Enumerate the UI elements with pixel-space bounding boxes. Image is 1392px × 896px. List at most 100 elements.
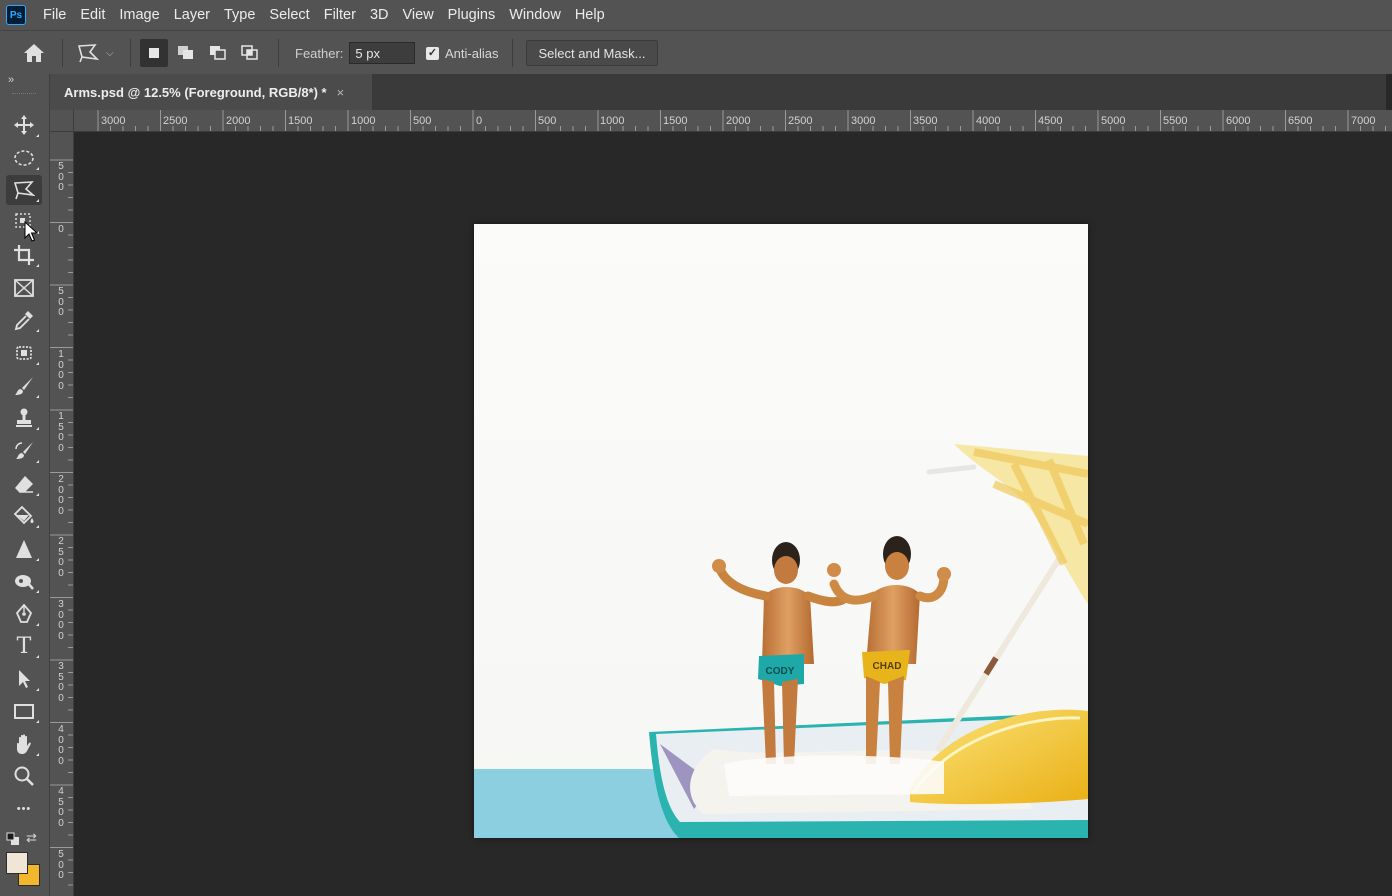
ruler-label: 3 0 0 0 [58, 599, 64, 642]
frame-icon [14, 279, 34, 297]
menu-image[interactable]: Image [112, 0, 166, 30]
elliptical-marquee-tool[interactable] [6, 143, 42, 173]
document-canvas[interactable]: CODY CHAD [474, 224, 1088, 838]
document-tab-strip: Arms.psd @ 12.5% (Foreground, RGB/8*) * … [50, 74, 1392, 110]
ruler-label: 500 [538, 115, 557, 127]
ruler-label: 3500 [913, 115, 938, 127]
path-selection-tool[interactable] [6, 664, 42, 694]
select-and-mask-button[interactable]: Select and Mask... [526, 40, 658, 66]
polygonal-lasso-tool[interactable] [6, 175, 42, 205]
swap-colors-icon[interactable]: ⇄ [26, 830, 37, 846]
new-selection-icon [149, 48, 159, 58]
ruler-label: 500 [413, 115, 432, 127]
clone-stamp-tool[interactable] [6, 403, 42, 433]
anti-alias-toggle[interactable]: ✓ Anti-alias [426, 31, 498, 75]
ruler-label: 5 0 0 [58, 286, 64, 318]
document-tab[interactable]: Arms.psd @ 12.5% (Foreground, RGB/8*) * … [50, 74, 372, 110]
crop-tool[interactable] [6, 240, 42, 270]
zoom-tool[interactable] [6, 761, 42, 791]
tool-group-indicator [36, 167, 39, 170]
menu-type[interactable]: Type [217, 0, 262, 30]
tool-group-indicator [36, 329, 39, 332]
stamp-icon [16, 408, 32, 427]
anti-alias-label: Anti-alias [445, 45, 499, 61]
ruler-label: 2 0 0 0 [58, 474, 64, 517]
dodge-tool[interactable] [6, 566, 42, 596]
ruler-label: 1500 [288, 115, 313, 127]
tool-group-indicator [36, 362, 39, 365]
arrow-cursor-icon [19, 670, 30, 688]
menu-3d[interactable]: 3D [363, 0, 396, 30]
mouse-cursor-icon [24, 221, 38, 242]
rectangle-tool[interactable] [6, 696, 42, 726]
ruler-label: 2500 [163, 115, 188, 127]
menu-view[interactable]: View [396, 0, 441, 30]
brush-icon [15, 377, 33, 395]
tool-group-indicator [36, 264, 39, 267]
type-tool[interactable]: T [6, 631, 42, 661]
polygonal-lasso-icon [77, 44, 100, 63]
move-tool[interactable] [6, 110, 42, 140]
menu-layer[interactable]: Layer [167, 0, 217, 30]
panel-grip[interactable] [12, 93, 36, 96]
ruler-label: 4500 [1038, 115, 1063, 127]
intersect-selection-icon [241, 45, 258, 60]
edit-toolbar-button[interactable]: ••• [6, 794, 42, 824]
ruler-label: 6500 [1288, 115, 1313, 127]
vertical-ruler[interactable]: 5 0 0 0 5 0 0 1 0 0 0 1 5 0 0 2 0 0 0 2 … [50, 132, 74, 896]
tool-group-indicator [36, 427, 39, 430]
menu-edit[interactable]: Edit [73, 0, 112, 30]
feather-input[interactable] [349, 42, 416, 64]
ruler-label: 1 0 0 0 [58, 349, 64, 392]
subtract-from-selection-button[interactable] [204, 39, 232, 67]
menu-help[interactable]: Help [568, 0, 612, 30]
frame-tool[interactable] [6, 273, 42, 303]
horizontal-ruler[interactable]: 3000 2500 2000 1500 1000 500 0 500 1000 … [74, 110, 1392, 132]
pen-tool[interactable] [6, 599, 42, 629]
hand-tool[interactable] [6, 729, 42, 759]
foreground-color-swatch[interactable] [6, 852, 28, 874]
dodge-icon [15, 575, 34, 590]
ruler-label: 2 5 0 0 [58, 536, 64, 579]
bandage-icon [16, 346, 32, 360]
anti-alias-checkbox[interactable]: ✓ [426, 46, 439, 60]
new-selection-button[interactable] [140, 39, 168, 67]
tool-group-indicator [36, 395, 39, 398]
divider [130, 39, 131, 67]
photo-scene: CODY CHAD [474, 444, 1088, 838]
ruler-label: 7000 [1351, 115, 1376, 127]
menu-bar: Ps File Edit Image Layer Type Select Fil… [0, 0, 1392, 30]
canvas-workspace[interactable]: CODY CHAD [74, 132, 1392, 896]
menu-plugins[interactable]: Plugins [441, 0, 503, 30]
collapse-panel-icon[interactable]: » [8, 74, 14, 86]
ruler-label: 1 5 0 0 [58, 411, 64, 454]
tool-group-indicator [36, 134, 39, 137]
divider [512, 39, 513, 67]
intersect-selection-button[interactable] [236, 39, 264, 67]
brush-tool[interactable] [6, 371, 42, 401]
pen-icon [15, 603, 33, 623]
eraser-tool[interactable] [6, 469, 42, 499]
menu-file[interactable]: File [36, 0, 73, 30]
history-brush-tool[interactable] [6, 436, 42, 466]
default-colors-icon[interactable] [6, 832, 20, 846]
ruler-label: 3000 [851, 115, 876, 127]
tool-group-indicator [36, 688, 39, 691]
eyedropper-tool[interactable] [6, 305, 42, 335]
sharpen-tool[interactable] [6, 534, 42, 564]
close-icon[interactable]: × [337, 85, 345, 100]
menu-filter[interactable]: Filter [317, 0, 363, 30]
ruler-origin[interactable] [50, 110, 74, 132]
tabstrip-edge [1386, 74, 1392, 110]
paint-bucket-tool[interactable] [6, 501, 42, 531]
zoom-icon [14, 766, 34, 786]
menu-window[interactable]: Window [502, 0, 568, 30]
ruler-label: 2000 [726, 115, 751, 127]
spot-healing-tool[interactable] [6, 338, 42, 368]
home-button[interactable] [22, 31, 46, 75]
add-to-selection-button[interactable] [172, 39, 200, 67]
ruler-label: 5500 [1163, 115, 1188, 127]
tool-preset-picker[interactable]: ⌵ [76, 31, 114, 75]
menu-select[interactable]: Select [262, 0, 316, 30]
divider [278, 39, 279, 67]
